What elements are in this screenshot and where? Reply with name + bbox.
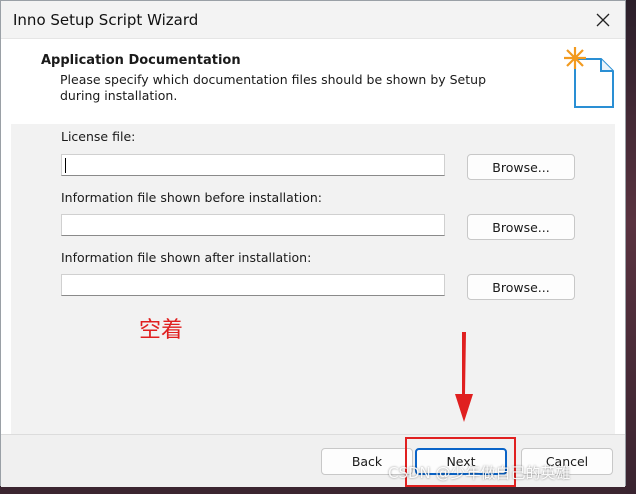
close-button[interactable] — [581, 1, 625, 39]
window-title: Inno Setup Script Wizard — [13, 11, 199, 29]
text-caret — [65, 158, 66, 173]
license-file-label: License file: — [61, 129, 136, 144]
desktop-background — [626, 0, 636, 494]
close-icon — [596, 13, 610, 27]
before-install-file-label: Information file shown before installati… — [61, 190, 322, 205]
title-bar: Inno Setup Script Wizard — [1, 1, 625, 39]
after-install-browse-button[interactable]: Browse... — [467, 274, 575, 300]
page-title: Application Documentation — [41, 53, 241, 68]
document-star-icon — [564, 47, 614, 108]
license-file-input[interactable] — [61, 154, 445, 176]
content-area: License file: Browse... Information file… — [11, 124, 615, 434]
page-description: Please specify which documentation files… — [60, 72, 487, 103]
after-install-file-label: Information file shown after installatio… — [61, 250, 312, 265]
wizard-header: Application Documentation Please specify… — [1, 39, 625, 123]
license-browse-button[interactable]: Browse... — [467, 154, 575, 180]
annotation-arrow-icon — [455, 332, 473, 422]
before-install-browse-button[interactable]: Browse... — [467, 214, 575, 240]
watermark: CSDN @少年做自己的英雄 — [388, 464, 571, 482]
after-install-file-input[interactable] — [61, 274, 445, 296]
annotation-note: 空着 — [139, 318, 184, 343]
wizard-window: Inno Setup Script Wizard Application Doc… — [0, 0, 626, 487]
before-install-file-input[interactable] — [61, 214, 445, 236]
